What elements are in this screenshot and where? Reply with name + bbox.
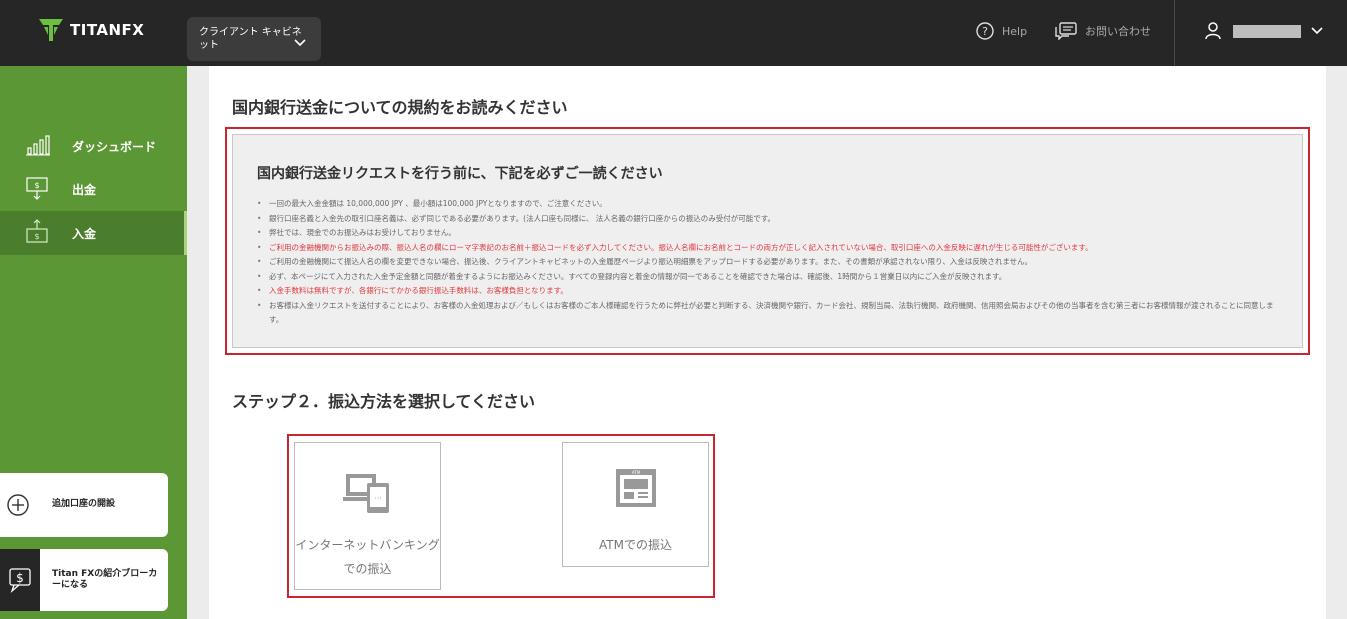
sidebar-item-deposit[interactable]: $ 入金 bbox=[0, 211, 187, 255]
terms-section-title: 国内銀行送金についての規約をお読みください bbox=[232, 98, 568, 117]
main-content: 国内銀行送金についての規約をお読みください 国内銀行送金リクエストを行う前に、下… bbox=[209, 66, 1326, 619]
chevron-down-icon bbox=[294, 39, 306, 47]
divider bbox=[1174, 0, 1175, 66]
terms-item: 必ず、本ページにて入力された入金予定金額と同額が着金するようにお振込みください。… bbox=[257, 270, 1278, 285]
card-icon-container: $ bbox=[0, 549, 40, 611]
chevron-down-icon bbox=[1311, 27, 1323, 35]
card-label: 追加口座の開設 bbox=[52, 499, 116, 509]
become-ib-card[interactable]: $ Titan FXの紹介ブローカーになる bbox=[0, 549, 168, 611]
step-title: ステップ２．振込方法を選択してください bbox=[232, 392, 536, 411]
terms-item: 銀行口座名義と入金先の取引口座名義は、必ず同じである必要があります。(法人口座も… bbox=[257, 212, 1278, 227]
deposit-icon: $ bbox=[26, 219, 48, 243]
user-menu[interactable] bbox=[1205, 22, 1323, 40]
sidebar-item-label: ダッシュボード bbox=[72, 139, 157, 154]
bar-chart-icon bbox=[26, 135, 50, 156]
top-bar: TITANFX クライアント キャビネット ? Help お問い合わせ bbox=[0, 0, 1347, 66]
help-link[interactable]: ? Help bbox=[976, 22, 1027, 40]
terms-panel: 国内銀行送金リクエストを行う前に、下記を必ずご一読ください 一回の最大入金金額は… bbox=[232, 134, 1303, 348]
terms-highlight-box: 国内銀行送金リクエストを行う前に、下記を必ずご一読ください 一回の最大入金金額は… bbox=[225, 127, 1310, 355]
user-icon bbox=[1205, 22, 1221, 40]
terms-item: 弊社では、現金でのお振込みはお受けしておりません。 bbox=[257, 226, 1278, 241]
svg-text:···: ··· bbox=[374, 494, 382, 503]
logo-text: TITANFX bbox=[70, 21, 145, 39]
svg-text:$: $ bbox=[34, 181, 39, 190]
card-icon-container bbox=[0, 473, 40, 537]
devices-icon: ··· bbox=[343, 474, 389, 513]
terms-list: 一回の最大入金金額は 10,000,000 JPY 、最小額は100,000 J… bbox=[257, 197, 1278, 328]
method-label: での振込 bbox=[343, 562, 392, 576]
svg-text:ATM: ATM bbox=[632, 470, 641, 475]
sidebar-item-label: 出金 bbox=[72, 182, 97, 197]
titan-shield-icon bbox=[39, 19, 63, 41]
terms-item: お客様は入金リクエストを送付することにより、お客様の入金処理および／もしくはお客… bbox=[257, 299, 1278, 328]
client-cabinet-dropdown[interactable]: クライアント キャビネット bbox=[187, 17, 321, 61]
open-additional-account-card[interactable]: 追加口座の開設 bbox=[0, 473, 168, 537]
sidebar-item-dashboard[interactable]: ダッシュボード bbox=[0, 124, 187, 168]
method-label: ATMでの振込 bbox=[599, 538, 672, 552]
card-label: Titan FXの紹介ブローカーになる bbox=[52, 569, 158, 590]
terms-item-warning: ご利用の金融機関からお振込みの際、振込人名の欄にローマ字表記のお名前＋振込コード… bbox=[257, 241, 1278, 256]
terms-item: 一回の最大入金金額は 10,000,000 JPY 、最小額は100,000 J… bbox=[257, 197, 1278, 212]
method-label: インターネットバンキング bbox=[295, 538, 440, 552]
sidebar: ダッシュボード $ 出金 $ 入金 追加口座の開設 $ Titan FXの紹介ブ… bbox=[0, 66, 187, 619]
contact-label: お問い合わせ bbox=[1085, 25, 1151, 38]
withdraw-icon: $ bbox=[26, 177, 48, 200]
titanfx-logo[interactable]: TITANFX bbox=[38, 17, 144, 43]
question-circle-icon: ? bbox=[976, 22, 994, 40]
terms-heading: 国内銀行送金リクエストを行う前に、下記を必ずご一読ください bbox=[257, 166, 663, 182]
help-label: Help bbox=[1002, 24, 1028, 38]
sidebar-item-label: 入金 bbox=[72, 226, 97, 241]
dollar-chat-icon: $ bbox=[9, 568, 31, 593]
scrollbar[interactable] bbox=[1326, 66, 1347, 619]
svg-text:?: ? bbox=[982, 25, 988, 38]
terms-item-warning: 入金手数料は無料ですが、各銀行にてかかる銀行振込手数料は、お客様負担となります。 bbox=[257, 284, 1278, 299]
atm-icon: ATM bbox=[616, 469, 656, 507]
cabinet-label: クライアント キャビネット bbox=[199, 27, 302, 51]
methods-highlight-box: ··· インターネットバンキング での振込 ATM ATMでの振込 bbox=[287, 434, 715, 598]
internet-banking-option[interactable]: ··· インターネットバンキング での振込 bbox=[294, 442, 441, 590]
svg-text:$: $ bbox=[16, 571, 24, 585]
contact-link[interactable]: お問い合わせ bbox=[1055, 22, 1151, 40]
user-name-redacted bbox=[1233, 24, 1301, 38]
sidebar-item-withdraw[interactable]: $ 出金 bbox=[0, 167, 187, 211]
chat-bubbles-icon bbox=[1055, 22, 1077, 40]
atm-option[interactable]: ATM ATMでの振込 bbox=[562, 442, 709, 567]
plus-circle-icon bbox=[7, 494, 29, 516]
terms-item: ご利用の金融機関にて振込人名の欄を変更できない場合、振込後、クライアントキャビネ… bbox=[257, 255, 1278, 270]
svg-text:$: $ bbox=[34, 232, 39, 241]
